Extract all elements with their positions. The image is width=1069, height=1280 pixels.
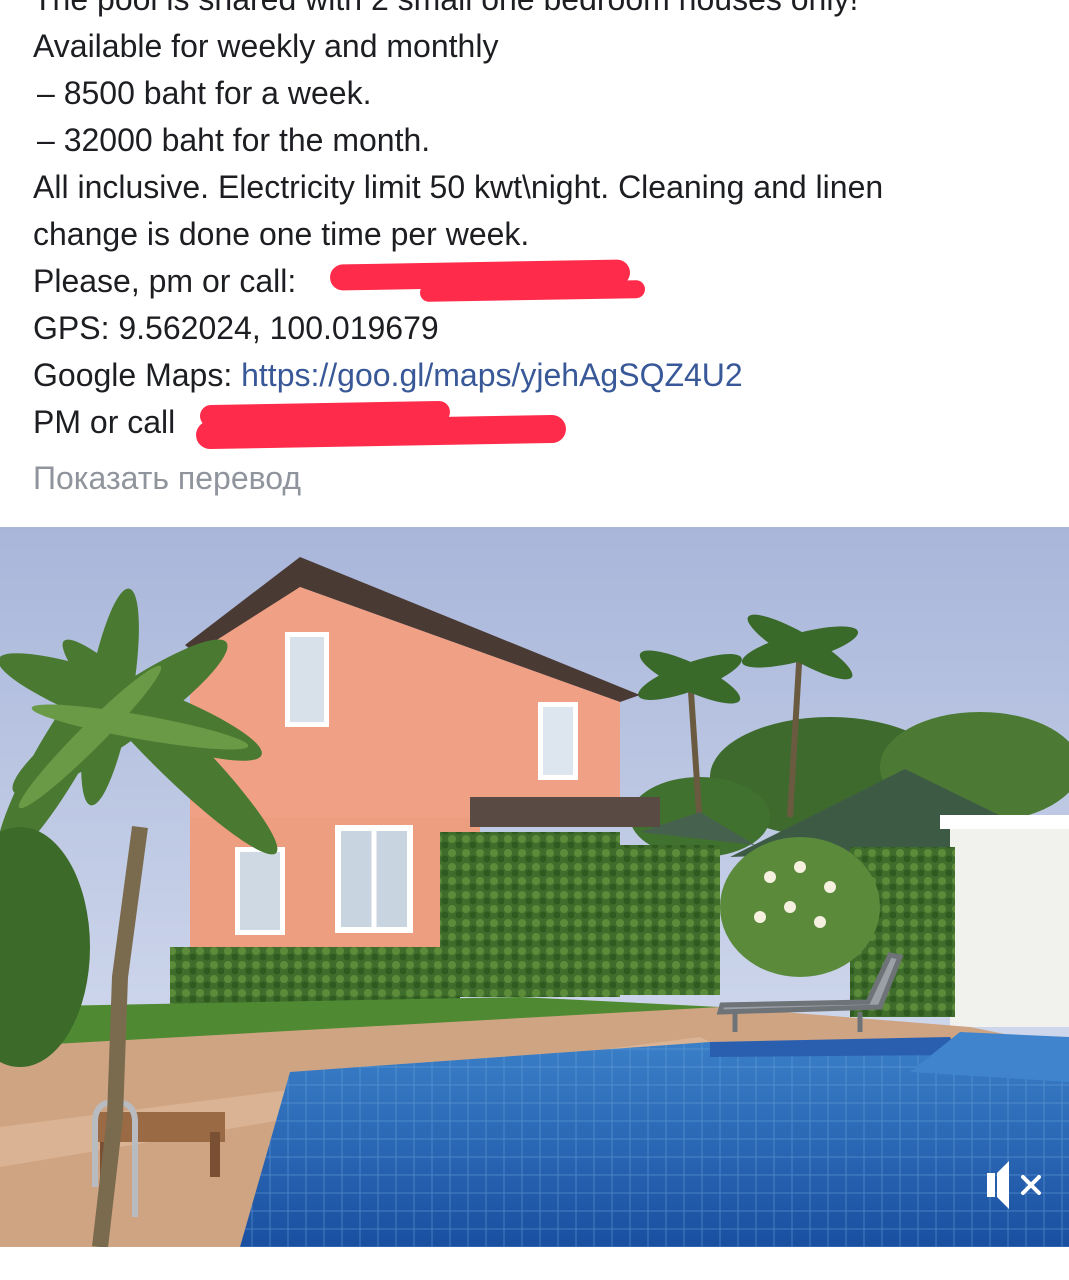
pm-label: PM or call [33, 404, 176, 440]
maps-label: Google Maps: [33, 357, 242, 393]
post-line-intro: The pool is shared with 2 small one bedr… [33, 0, 1053, 23]
maps-link[interactable]: https://goo.gl/maps/yjehAgSQZ4U2 [241, 357, 743, 393]
post-line-weekly-price: – 8500 baht for a week. [37, 75, 372, 111]
post-body: The pool is shared with 2 small one bedr… [33, 0, 1053, 446]
video-frame-villa-pool [0, 527, 1069, 1247]
post-line-availability: Available for weekly and monthly [33, 28, 499, 64]
show-translation-link[interactable]: Показать перевод [33, 460, 301, 497]
post-line-maps: Google Maps: https://goo.gl/maps/yjehAgS… [33, 352, 1053, 399]
post-line-inclusive: All inclusive. Electricity limit 50 kwt\… [33, 169, 884, 205]
post-line-gps: GPS: 9.562024, 100.019679 [33, 310, 439, 346]
post-line-monthly-price: – 32000 baht for the month. [37, 122, 431, 158]
feed-gap [0, 1247, 1069, 1280]
speaker-muted-icon [987, 1161, 1041, 1209]
call-label: Please, pm or call: [33, 263, 297, 299]
post-line-cleaning: change is done one time per week. [33, 216, 530, 252]
mute-toggle-button[interactable] [979, 1153, 1049, 1217]
video-player[interactable] [0, 527, 1069, 1247]
